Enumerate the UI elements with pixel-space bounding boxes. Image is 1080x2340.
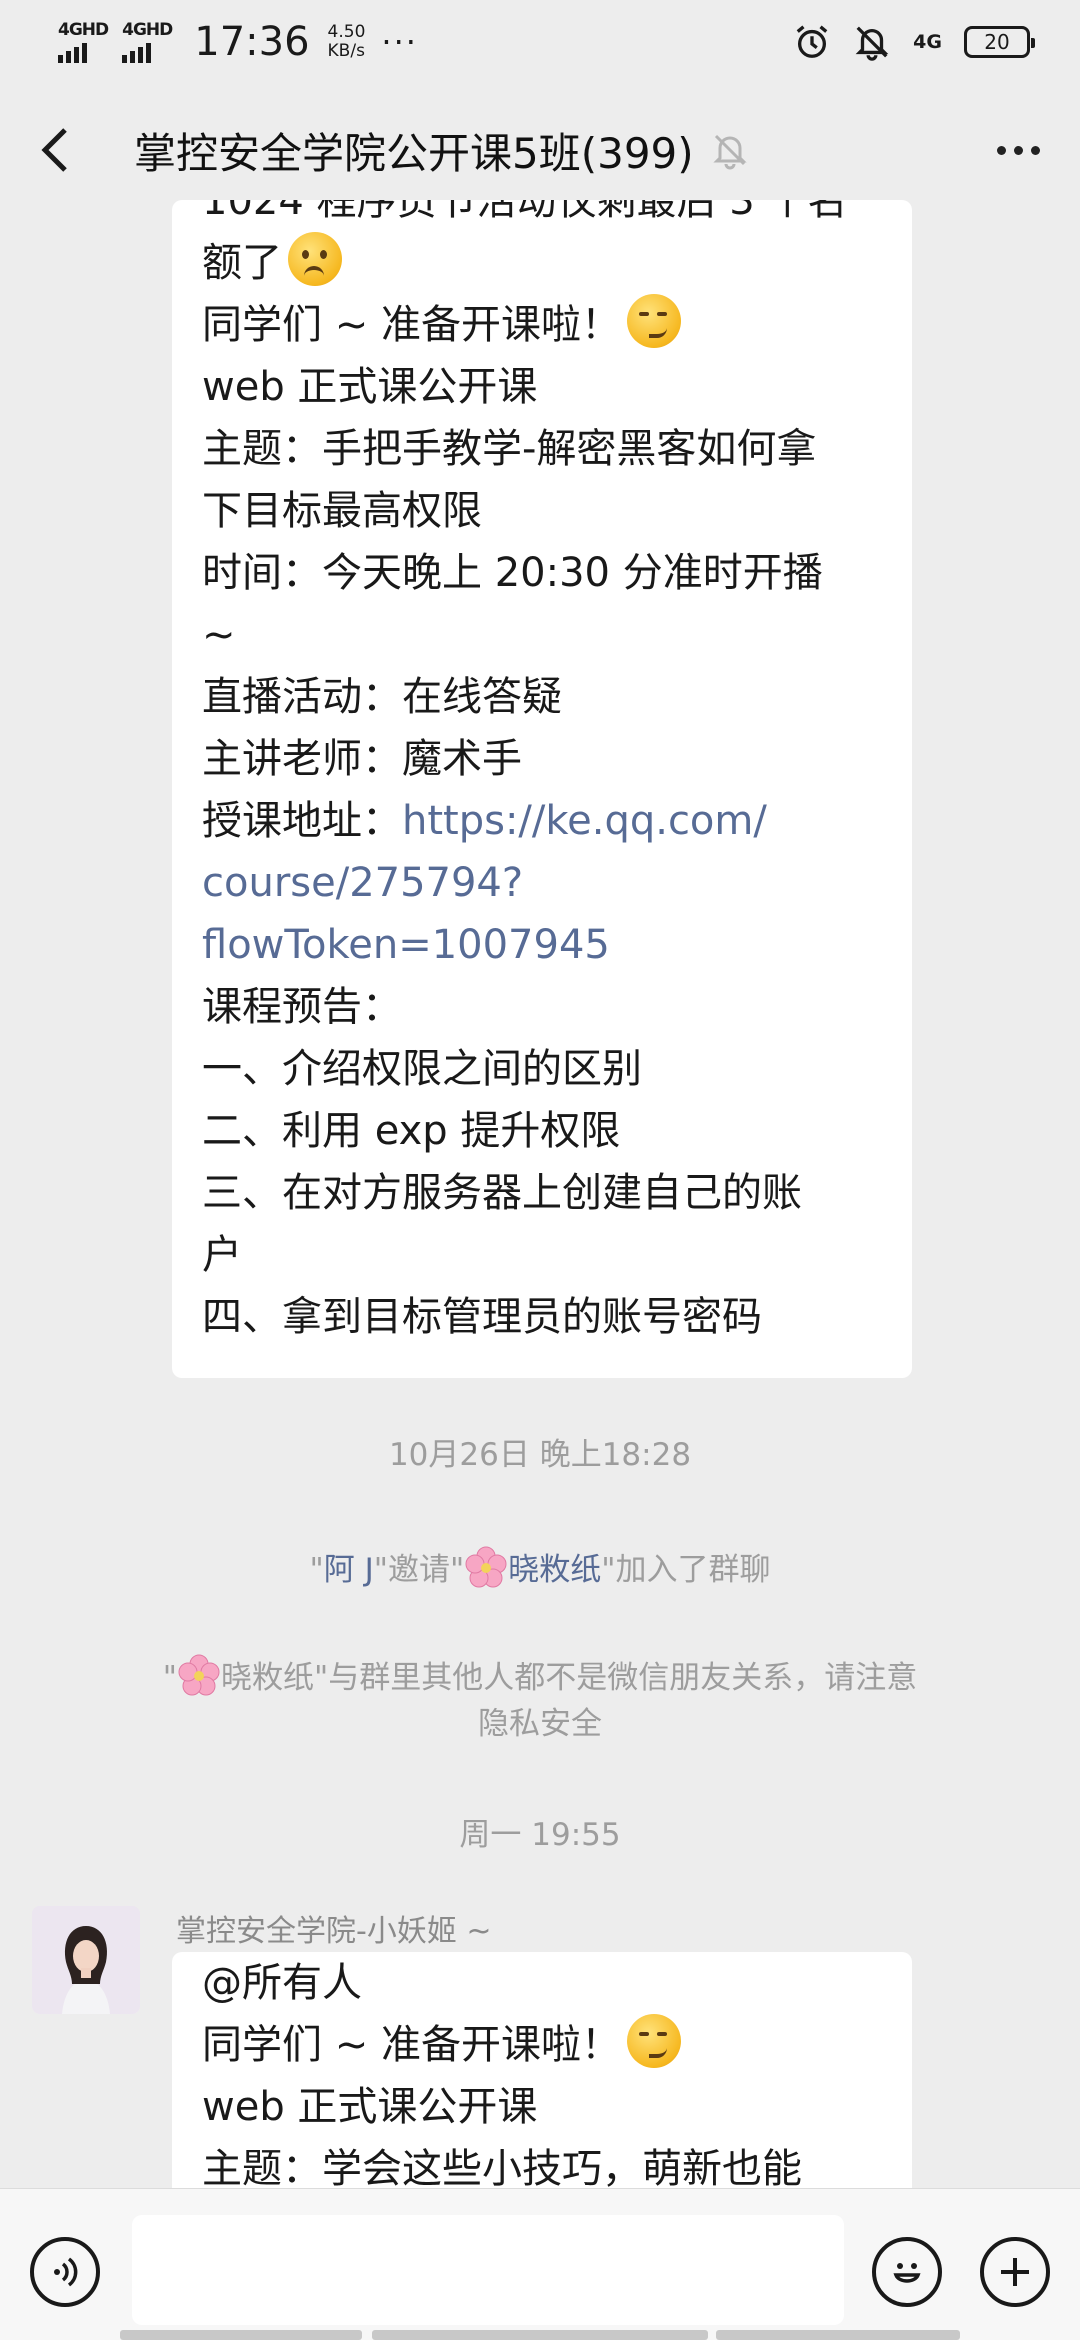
alarm-icon xyxy=(796,25,828,58)
avatar-image xyxy=(32,1906,140,2014)
message-line: 同学们 ~ 准备开课啦！ xyxy=(202,2014,882,2076)
system-line: 隐私安全 xyxy=(478,1706,602,1742)
message-line: 主题：手把手教学-解密黑客如何拿 xyxy=(202,426,817,472)
input-bar xyxy=(0,2188,1080,2340)
timestamp: 周一 19:55 xyxy=(459,1817,621,1853)
system-text: "邀请" xyxy=(373,1552,465,1588)
back-icon xyxy=(41,128,67,172)
emoji-button[interactable] xyxy=(872,2237,942,2307)
smirk-emoji-icon xyxy=(626,2014,681,2068)
inviter-name[interactable]: 阿 J xyxy=(324,1552,374,1588)
smirk-emoji-icon xyxy=(626,294,681,348)
message-text: 授课地址： xyxy=(202,798,402,844)
signal-icon: 4GHD xyxy=(58,19,109,63)
back-button[interactable] xyxy=(40,120,90,180)
voice-icon xyxy=(54,2257,78,2287)
sender-name: 掌控安全学院-小妖姬 ~ xyxy=(176,1914,492,1949)
cherry-blossom-icon xyxy=(465,1546,507,1588)
system-text: "与群里其他人都不是微信朋友关系，请注意 xyxy=(314,1660,918,1696)
smiley-icon xyxy=(893,2263,921,2283)
message-line: 户 xyxy=(202,1232,242,1278)
network-speed: 4.50 KB/s xyxy=(328,23,366,61)
message-line: 一、介绍权限之间的区别 xyxy=(202,1046,642,1092)
speed-unit: KB/s xyxy=(327,41,365,61)
message-line: 三、在对方服务器上创建自己的账 xyxy=(202,1170,802,1216)
message-line: 课程预告： xyxy=(202,984,402,1030)
nav-gesture-bar xyxy=(716,2330,960,2340)
message-line: @所有人 xyxy=(202,1960,362,2006)
message-text: 同学们 ~ 准备开课啦！ xyxy=(202,302,621,348)
system-message-invite: "阿 J"邀请" 晓敉纸"加入了群聊 xyxy=(60,1546,1020,1593)
speed-value: 4.50 xyxy=(327,22,366,42)
system-text: "加入了群聊 xyxy=(601,1552,771,1588)
more-button[interactable] xyxy=(997,145,1040,155)
more-actions-button[interactable] xyxy=(980,2237,1050,2307)
message-line: ~ xyxy=(202,612,236,658)
timestamp: 10月26日 晚上18:28 xyxy=(388,1437,692,1473)
sad-face-emoji-icon xyxy=(288,232,342,286)
clock: 17:36 xyxy=(194,19,310,65)
message-bubble[interactable]: 1024 程序员节活动仅剩最后 3 个名 额了 同学们 ~ 准备开课啦！ web… xyxy=(172,200,912,1378)
signal-label: 4GHD xyxy=(58,19,109,40)
status-bar: 4GHD 4GHD 17:36 4.50 KB/s ··· 4G 20 xyxy=(0,0,1080,84)
message-line: 额了 xyxy=(202,232,882,294)
mute-bell-icon xyxy=(713,134,747,170)
chat-title: 掌控安全学院公开课5班(399) xyxy=(134,128,694,178)
message-line: 主讲老师：魔术手 xyxy=(202,736,522,782)
plus-icon xyxy=(1001,2258,1029,2286)
message-input[interactable] xyxy=(132,2215,844,2325)
nav-gesture-bar xyxy=(372,2330,708,2340)
message-text: 同学们 ~ 准备开课啦！ xyxy=(202,2022,621,2068)
course-link[interactable]: flowToken=1007945 xyxy=(202,914,882,976)
network-type: 4G xyxy=(913,31,942,53)
notification-off-icon xyxy=(855,26,889,61)
message-line: web 正式课公开课 xyxy=(202,2084,538,2130)
signal-icon: 4GHD xyxy=(122,19,173,63)
status-more: ··· xyxy=(381,23,418,61)
message-text: 额了 xyxy=(202,240,282,286)
message-line: 二、利用 exp 提升权限 xyxy=(202,1108,621,1154)
course-link[interactable]: course/275794? xyxy=(202,852,882,914)
invitee-name[interactable]: 晓敉纸 xyxy=(508,1552,601,1588)
quote: " xyxy=(309,1552,324,1588)
message-line: 四、拿到目标管理员的账号密码 xyxy=(202,1294,762,1340)
member-name: 晓敉纸 xyxy=(221,1660,314,1696)
message-bubble[interactable]: @所有人 同学们 ~ 准备开课啦！ web 正式课公开课 主题：学会这些小技巧，… xyxy=(172,1952,912,2202)
quote: " xyxy=(162,1660,177,1696)
avatar[interactable] xyxy=(32,1906,140,2014)
signal-label: 4GHD xyxy=(122,19,173,40)
message-line: 授课地址：https://ke.qq.com/ xyxy=(202,790,882,852)
message-line: 1024 程序员节活动仅剩最后 3 个名 xyxy=(202,200,848,224)
message-line: 直播活动：在线答疑 xyxy=(202,674,562,720)
nav-gesture-bar xyxy=(120,2330,362,2340)
more-icon xyxy=(997,145,1006,155)
chat-header: 掌控安全学院公开课5班(399) xyxy=(0,100,1080,200)
voice-button[interactable] xyxy=(30,2237,100,2307)
system-message-privacy: " 晓敉纸"与群里其他人都不是微信朋友关系，请注意 隐私安全 xyxy=(60,1654,1020,1747)
battery-icon: 20 xyxy=(964,26,1035,58)
cherry-blossom-icon xyxy=(178,1654,220,1696)
system-line: " 晓敉纸"与群里其他人都不是微信朋友关系，请注意 xyxy=(60,1654,1020,1701)
message-line: 下目标最高权限 xyxy=(202,488,482,534)
message-line: 同学们 ~ 准备开课啦！ xyxy=(202,294,882,356)
course-link[interactable]: https://ke.qq.com/ xyxy=(402,798,767,844)
battery-level: 20 xyxy=(984,30,1010,54)
message-line: web 正式课公开课 xyxy=(202,364,538,410)
message-line: 时间：今天晚上 20:30 分准时开播 xyxy=(202,550,823,596)
